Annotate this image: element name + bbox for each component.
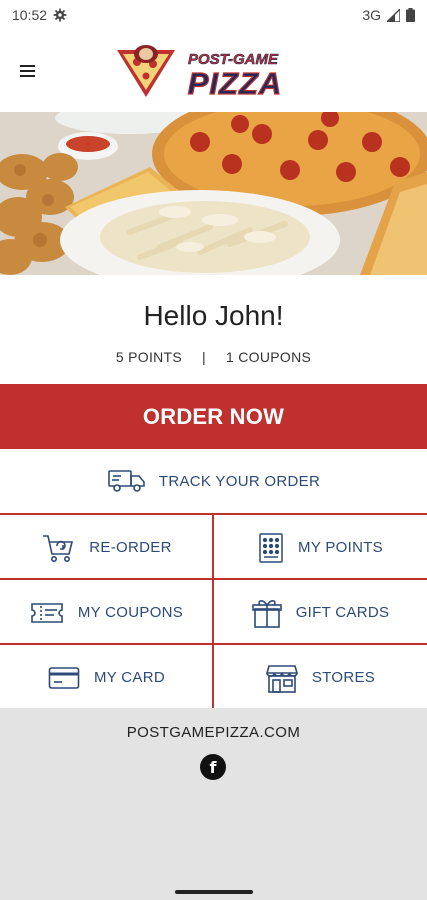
reorder-label: RE-ORDER — [89, 539, 172, 556]
hero-image — [0, 112, 427, 275]
order-now-button[interactable]: ORDER NOW — [0, 384, 427, 449]
my-card-label: MY CARD — [94, 669, 165, 686]
network-type: 3G — [362, 7, 381, 23]
food-illustration — [0, 112, 427, 275]
home-indicator[interactable] — [175, 890, 253, 894]
facebook-icon[interactable]: f — [200, 754, 226, 780]
settings-icon — [53, 8, 67, 22]
menu-icon[interactable] — [20, 60, 46, 82]
signal-icon — [387, 8, 400, 22]
stores-label: STORES — [311, 669, 376, 686]
action-grid: RE-ORDER MY POINTS MY COUPONS GIFT CARDS — [0, 513, 427, 710]
storefront-icon — [265, 664, 298, 693]
credit-card-icon — [48, 666, 80, 689]
my-coupons-label: MY COUPONS — [77, 604, 184, 621]
coupons-count[interactable]: 1 COUPONS — [226, 349, 311, 365]
my-points-label: MY POINTS — [298, 539, 383, 556]
reorder-cart-icon — [43, 534, 74, 562]
points-card-icon — [259, 532, 283, 563]
stores-button[interactable]: STORES — [214, 645, 427, 710]
status-bar: 10:52 3G — [0, 0, 427, 30]
delivery-truck-icon — [108, 470, 145, 492]
gift-icon — [251, 599, 282, 628]
reorder-button[interactable]: RE-ORDER — [0, 515, 213, 580]
my-card-button[interactable]: MY CARD — [0, 645, 213, 710]
logo-bottom-text: PIZZA — [188, 66, 283, 101]
gift-cards-label: GIFT CARDS — [295, 604, 390, 621]
points-count[interactable]: 5 POINTS — [116, 349, 182, 365]
gift-cards-button[interactable]: GIFT CARDS — [214, 580, 427, 645]
status-time: 10:52 — [12, 7, 48, 23]
post-game-pizza-logo: POST-GAME PIZZA — [117, 45, 283, 102]
app-header: POST-GAME PIZZA — [0, 30, 427, 112]
website-link[interactable]: POSTGAMEPIZZA.COM — [0, 724, 427, 741]
my-points-button[interactable]: MY POINTS — [214, 515, 427, 580]
status-right: 3G — [362, 7, 415, 23]
stats-separator: | — [202, 349, 206, 365]
greeting-text: Hello John! — [143, 300, 284, 331]
my-coupons-button[interactable]: MY COUPONS — [0, 580, 213, 645]
status-left: 10:52 — [12, 7, 67, 23]
rewards-summary: 5 POINTS | 1 COUPONS — [0, 349, 427, 365]
battery-icon — [406, 8, 415, 22]
coupon-icon — [31, 602, 63, 623]
track-order-button[interactable]: TRACK YOUR ORDER — [0, 449, 427, 513]
footer: POSTGAMEPIZZA.COM f — [0, 708, 427, 900]
track-order-label: TRACK YOUR ORDER — [158, 472, 321, 490]
